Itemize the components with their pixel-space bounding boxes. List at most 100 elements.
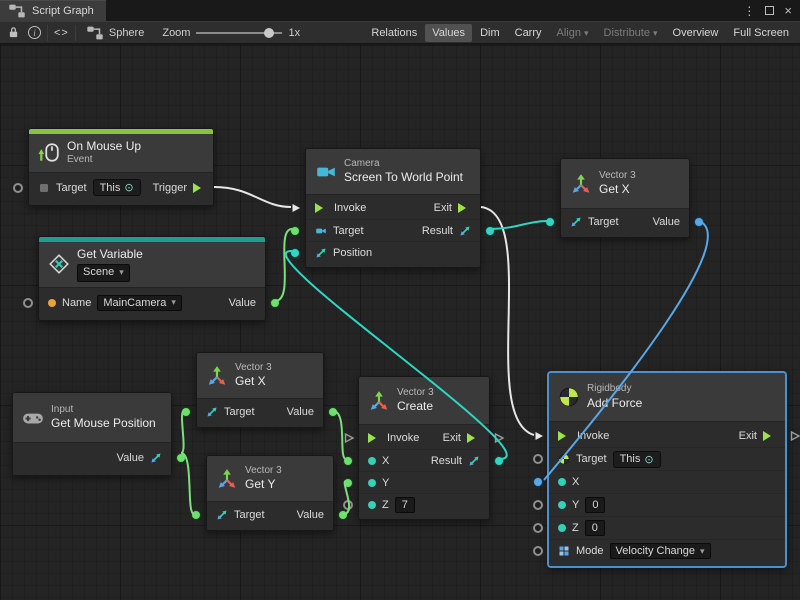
node-get-x[interactable]: Vector 3 Get X Target Value: [196, 352, 324, 428]
vector3-type-icon: [570, 216, 582, 228]
fullscreen-button[interactable]: Full Screen: [726, 24, 796, 42]
port-input-y[interactable]: [533, 500, 543, 510]
flow-output-icon[interactable]: [193, 183, 206, 193]
port-input-target[interactable]: [181, 407, 191, 417]
maximize-icon[interactable]: [765, 6, 774, 15]
port-output-result[interactable]: [485, 226, 495, 236]
float-type-icon: [558, 524, 566, 532]
vector3-icon: [570, 173, 592, 195]
node-add-force[interactable]: Rigidbody Add Force Invoke Exit Target T…: [548, 372, 786, 567]
flow-output-icon[interactable]: [467, 433, 480, 443]
port-output-value[interactable]: [270, 298, 280, 308]
exit-label: Exit: [739, 430, 757, 442]
float-type-icon: [368, 479, 376, 487]
variable-name-dropdown[interactable]: MainCamera: [97, 295, 182, 311]
port-output-value[interactable]: [338, 510, 348, 520]
port-output-exit[interactable]: [493, 432, 505, 444]
mode-label: Mode: [576, 545, 604, 557]
y-label: Y: [382, 477, 389, 489]
dim-button[interactable]: Dim: [473, 24, 507, 42]
info-icon[interactable]: i: [28, 26, 41, 39]
carry-button[interactable]: Carry: [508, 24, 549, 42]
vector3-icon: [206, 365, 228, 387]
port-input-target[interactable]: [191, 510, 201, 520]
port-input-name[interactable]: [23, 298, 33, 308]
exit-label: Exit: [434, 202, 452, 214]
mode-dropdown[interactable]: Velocity Change: [610, 543, 711, 559]
camera-icon: [315, 161, 337, 183]
graph-owner-button[interactable]: Sphere: [82, 22, 148, 44]
tab-script-graph[interactable]: Script Graph: [0, 0, 106, 21]
relations-button[interactable]: Relations: [364, 24, 424, 42]
value-label: Value: [117, 452, 144, 464]
vector3-type-icon: [468, 455, 480, 467]
node-get-variable[interactable]: Get Variable Scene Name MainCamera Value: [38, 236, 266, 321]
port-input-position[interactable]: [290, 248, 300, 258]
node-subtitle: Event: [67, 154, 141, 167]
port-input-mode[interactable]: [533, 546, 543, 556]
port-input-invoke[interactable]: [290, 202, 302, 214]
position-label: Position: [333, 247, 372, 259]
node-get-x-top[interactable]: Vector 3 Get X Target Value: [560, 158, 690, 238]
port-input-invoke[interactable]: [343, 432, 355, 444]
port-input-target[interactable]: [13, 183, 23, 193]
zoom-slider-handle[interactable]: [264, 28, 274, 38]
port-input-target[interactable]: [533, 454, 543, 464]
y-value-field[interactable]: 0: [585, 497, 605, 513]
overview-button[interactable]: Overview: [666, 24, 726, 42]
port-input-y[interactable]: [343, 478, 353, 488]
node-category: Rigidbody: [587, 383, 642, 396]
script-graph-icon: [8, 2, 26, 20]
lock-icon[interactable]: [4, 24, 22, 42]
port-input-target[interactable]: [290, 226, 300, 236]
port-output-value[interactable]: [176, 453, 186, 463]
node-get-mouse-position[interactable]: Input Get Mouse Position Value: [12, 392, 172, 476]
code-icon[interactable]: <>: [54, 27, 69, 39]
port-output-value[interactable]: [328, 407, 338, 417]
graph-toolbar: i <> Sphere Zoom 1x Relations Values Dim…: [0, 21, 800, 44]
node-screen-to-world-point[interactable]: Camera Screen To World Point Invoke Exit…: [305, 148, 481, 268]
z-value-field[interactable]: 0: [585, 520, 605, 536]
node-get-y[interactable]: Vector 3 Get Y Target Value: [206, 455, 334, 531]
target-label: Target: [588, 216, 619, 228]
node-title: Get Mouse Position: [51, 416, 156, 431]
variable-scope-dropdown[interactable]: Scene: [77, 264, 130, 282]
vector3-type-icon: [315, 247, 327, 259]
z-value-field[interactable]: 7: [395, 497, 415, 513]
port-input-z[interactable]: [533, 523, 543, 533]
port-output-result[interactable]: [494, 456, 504, 466]
flow-output-icon[interactable]: [763, 431, 776, 441]
zoom-slider[interactable]: [196, 26, 282, 40]
node-on-mouse-up[interactable]: On Mouse Up Event Target This⊙ Trigger: [28, 128, 214, 206]
port-output-value[interactable]: [694, 217, 704, 227]
flow-output-icon[interactable]: [458, 203, 471, 213]
float-type-icon: [368, 457, 376, 465]
value-label: Value: [229, 297, 256, 309]
result-label: Result: [431, 455, 462, 467]
node-category: Vector 3: [245, 465, 282, 478]
zoom-label: Zoom: [162, 27, 190, 39]
distribute-button[interactable]: Distribute: [597, 24, 665, 42]
port-input-invoke[interactable]: [533, 430, 545, 442]
this-chip[interactable]: This⊙: [93, 179, 141, 196]
name-label: Name: [62, 297, 91, 309]
invoke-label: Invoke: [577, 430, 609, 442]
window-menu-icon[interactable]: ⋮: [743, 4, 755, 18]
port-input-x[interactable]: [343, 456, 353, 466]
values-button[interactable]: Values: [425, 24, 472, 42]
align-button[interactable]: Align: [550, 24, 596, 42]
flow-input-icon: [315, 203, 328, 213]
toolbar-separator: [47, 25, 48, 41]
port-input-z[interactable]: [343, 500, 353, 510]
port-output-exit[interactable]: [789, 430, 800, 442]
trigger-label: Trigger: [153, 182, 187, 194]
node-create-vector3[interactable]: Vector 3 Create Invoke Exit X Result: [358, 376, 490, 520]
port-input-x[interactable]: [533, 477, 543, 487]
port-input-target[interactable]: [545, 217, 555, 227]
value-label: Value: [287, 406, 314, 418]
target-dot-icon: ⊙: [124, 181, 133, 194]
this-chip[interactable]: This⊙: [613, 451, 661, 468]
node-category: Camera: [344, 158, 463, 171]
close-icon[interactable]: ×: [784, 4, 792, 17]
node-title: Create: [397, 399, 434, 414]
